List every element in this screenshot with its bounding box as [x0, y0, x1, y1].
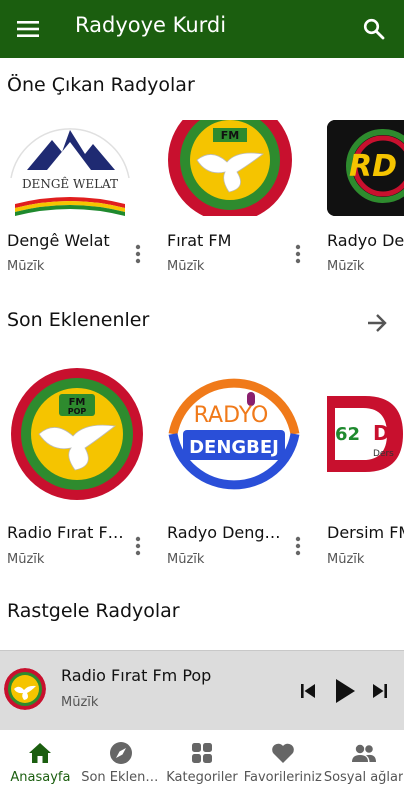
recent-card-radyo-dengbej[interactable]: RADYO DENGBEJ Radyo Dengbej Mūzīk [160, 360, 310, 570]
recent-card-radio-firat-fm-pop[interactable]: FM POP Radio Fırat Fm Pop Mūzīk [0, 360, 150, 570]
card-title: Radyo Dengbej [167, 523, 285, 542]
svg-text:Ders: Ders [373, 449, 394, 459]
card-subtitle: Mūzīk [7, 552, 45, 567]
more-options-icon[interactable] [128, 240, 148, 268]
card-subtitle: Mūzīk [167, 552, 205, 567]
top-app-bar: Radyoye Kurdi [0, 0, 404, 58]
card-title: Radyo Dengê [327, 231, 404, 250]
player-artwork [4, 668, 46, 710]
svg-text:FM: FM [221, 129, 239, 142]
svg-text:DENGÊ WELAT: DENGÊ WELAT [22, 176, 118, 191]
more-options-icon[interactable] [128, 532, 148, 560]
nav-label: Sosyal ağlar [323, 770, 404, 785]
people-icon [351, 740, 377, 766]
featured-list: DENGÊ WELAT Dengê Welat Mūzīk FM Fırat F… [0, 120, 404, 290]
svg-text:POP: POP [68, 407, 87, 416]
logo-text-top: RADYO [194, 403, 269, 428]
svg-text:RD: RD [349, 149, 397, 184]
bottom-navigation: Anasayfa Son Eklenenler Kategoriler Favo… [0, 730, 404, 800]
featured-card-denge-welat[interactable]: DENGÊ WELAT Dengê Welat Mūzīk [0, 120, 150, 290]
card-title: Radio Fırat Fm Pop [7, 523, 125, 542]
arrow-right-icon[interactable] [362, 308, 392, 338]
featured-card-radyo-denge[interactable]: RD Radyo Dengê Mūzīk [320, 120, 404, 290]
hamburger-menu-icon[interactable] [8, 9, 48, 49]
recent-list: FM POP Radio Fırat Fm Pop Mūzīk RADYO [0, 360, 404, 570]
grid-icon [189, 740, 215, 766]
nav-item-social[interactable]: Sosyal ağlar [323, 730, 404, 800]
card-title: Dersim FM [327, 523, 404, 542]
nav-item-recent[interactable]: Son Eklenenler [81, 730, 162, 800]
nav-label: Anasayfa [10, 770, 71, 785]
nav-label: Favorileriniz [243, 770, 322, 785]
featured-section-title: Öne Çıkan Radyolar [7, 74, 195, 96]
radyo-dengbej-logo: RADYO DENGBEJ [165, 360, 303, 508]
nav-item-home[interactable]: Anasayfa [0, 730, 81, 800]
featured-card-firat-fm[interactable]: FM Fırat FM Mūzīk [160, 120, 310, 290]
skip-next-icon[interactable] [368, 676, 392, 706]
compass-icon [108, 740, 134, 766]
recent-card-dersim-fm[interactable]: 62 DER Ders Dersim FM Mūzīk [320, 360, 404, 570]
home-icon [27, 740, 53, 766]
nav-label: Kategoriler [166, 770, 238, 785]
firat-fm-logo: FM [167, 120, 293, 216]
logo-text-bottom: DENGBEJ [189, 437, 279, 458]
app-root: Radyoye Kurdi Öne Çıkan Radyolar DENGÊ W… [0, 0, 404, 800]
player-subtitle: Mūzīk [61, 695, 99, 710]
radio-firat-fm-pop-logo: FM POP [7, 360, 145, 508]
skip-previous-icon[interactable] [296, 676, 320, 706]
app-title: Radyoye Kurdi [75, 13, 227, 37]
denge-welat-logo: DENGÊ WELAT [7, 120, 133, 216]
search-icon[interactable] [354, 9, 394, 49]
more-options-icon[interactable] [288, 240, 308, 268]
nav-item-favorites[interactable]: Favorileriniz [242, 730, 323, 800]
recent-section-title: Son Eklenenler [7, 309, 150, 331]
nav-label: Son Eklenenler [81, 770, 162, 785]
card-title: Fırat FM [167, 231, 232, 250]
heart-icon [270, 740, 296, 766]
nav-item-categories[interactable]: Kategoriler [162, 730, 243, 800]
card-subtitle: Mūzīk [167, 259, 205, 274]
dersim-fm-logo: 62 DER Ders [325, 360, 404, 508]
random-section-title: Rastgele Radyolar [7, 600, 180, 622]
play-icon[interactable] [330, 676, 360, 706]
player-title: Radio Fırat Fm Pop [61, 666, 212, 685]
card-subtitle: Mūzīk [7, 259, 45, 274]
card-subtitle: Mūzīk [327, 552, 365, 567]
radyo-denge-logo: RD [327, 120, 404, 216]
mini-player[interactable]: Radio Fırat Fm Pop Mūzīk [0, 650, 404, 730]
card-subtitle: Mūzīk [327, 259, 365, 274]
more-options-icon[interactable] [288, 532, 308, 560]
svg-text:62: 62 [335, 424, 360, 445]
svg-text:DER: DER [373, 421, 404, 445]
card-title: Dengê Welat [7, 231, 110, 250]
